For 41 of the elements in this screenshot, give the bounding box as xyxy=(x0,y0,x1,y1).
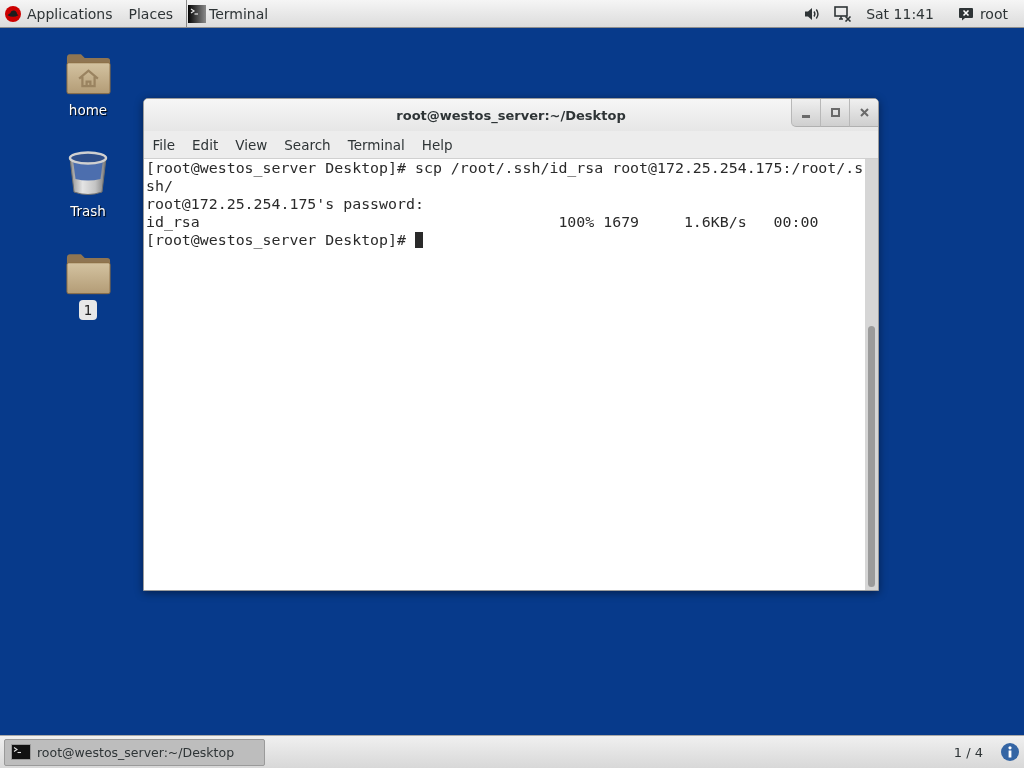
home-folder-icon[interactable] xyxy=(65,52,111,96)
volume-icon[interactable] xyxy=(804,6,821,21)
menu-item[interactable]: Terminal xyxy=(339,131,414,158)
close-icon xyxy=(859,108,869,117)
maximize-button[interactable] xyxy=(820,99,849,127)
scrollbar-thumb[interactable] xyxy=(868,326,875,587)
terminal-line: sh/ xyxy=(146,177,173,195)
user-menu[interactable]: root xyxy=(945,0,1024,27)
menu-item[interactable]: Search xyxy=(275,131,340,158)
menu-item[interactable]: Help xyxy=(413,131,462,158)
workspace-indicator[interactable]: 1 / 4 xyxy=(949,744,987,760)
terminal-icon xyxy=(188,4,207,23)
close-button[interactable] xyxy=(849,99,878,127)
icon-label[interactable]: 1 xyxy=(78,300,98,320)
minimize-icon xyxy=(802,115,810,118)
trash-icon[interactable] xyxy=(68,151,108,197)
terminal-line: [root@westos_server Desktop]# xyxy=(146,231,406,249)
info-icon[interactable] xyxy=(1001,743,1019,761)
icon-label[interactable]: Trash xyxy=(70,203,106,219)
maximize-icon xyxy=(830,108,840,117)
icon-label[interactable]: home xyxy=(68,102,108,118)
folder-icon[interactable] xyxy=(65,252,111,296)
terminal-line: root@172.25.254.175's password: xyxy=(146,195,424,213)
app-menu[interactable]: Terminal xyxy=(188,0,277,27)
minimize-button[interactable] xyxy=(791,99,820,127)
computer-icon[interactable] xyxy=(834,5,853,22)
clock[interactable]: Sat 11:41 xyxy=(854,0,946,27)
panel-menu[interactable]: Applications xyxy=(0,0,121,27)
terminal-line: id_rsa 100% 1679 1.6KB/s 00:00 xyxy=(146,213,819,231)
menu-item[interactable]: Edit xyxy=(183,131,227,158)
text-cursor xyxy=(415,232,423,248)
scrollbar[interactable] xyxy=(865,159,878,590)
terminal-icon xyxy=(11,744,31,760)
taskbar-window-button[interactable]: root@westos_server:~/Desktop xyxy=(4,738,265,766)
chat-bubble-icon xyxy=(957,6,974,21)
menu-item[interactable]: File xyxy=(144,131,184,158)
panel-menu[interactable]: Places xyxy=(120,0,182,27)
terminal-line: [root@westos_server Desktop]# scp /root/.ssh/id_rsa root@172.25.254.175:/root/.s xyxy=(146,159,864,177)
window-title: root@westos_server:~/Desktop xyxy=(396,107,626,123)
menu-item[interactable]: View xyxy=(226,131,276,158)
redhat-icon xyxy=(5,5,21,22)
